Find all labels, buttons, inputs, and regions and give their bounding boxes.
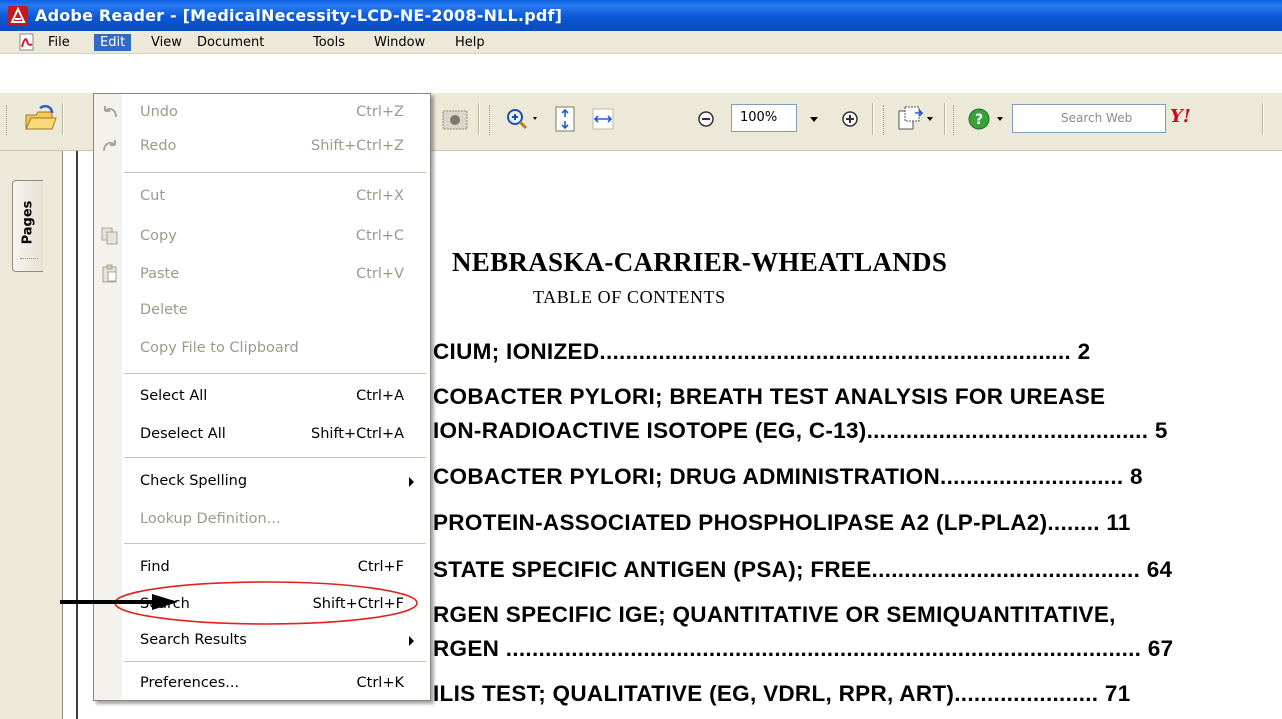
- menu-item-cut[interactable]: Cut Ctrl+X: [94, 180, 430, 213]
- title-bar[interactable]: Adobe Reader - [MedicalNecessity-LCD-NE-…: [0, 0, 1282, 31]
- svg-text:?: ?: [975, 112, 983, 128]
- menu-item-search-results[interactable]: Search Results: [94, 624, 430, 657]
- menu-item-lookup-definition[interactable]: Lookup Definition...: [94, 503, 430, 536]
- menu-bar: File Edit View Document Tools Window Hel…: [0, 31, 1282, 54]
- search-web-placeholder: Search Web: [1061, 111, 1133, 125]
- adobe-reader-icon: [8, 6, 28, 26]
- copy-icon: [101, 227, 118, 245]
- menu-window[interactable]: Window: [368, 34, 431, 51]
- menu-tools[interactable]: Tools: [307, 34, 351, 51]
- fit-width-icon[interactable]: [590, 105, 616, 133]
- undo-icon: [104, 106, 117, 118]
- toolbar-grip[interactable]: [6, 105, 10, 135]
- zoom-dropdown-icon[interactable]: [806, 105, 822, 133]
- zoom-in-icon[interactable]: [838, 105, 862, 133]
- submenu-arrow-icon: [409, 636, 414, 646]
- toc-line[interactable]: COBACTER PYLORI; DRUG ADMINISTRATION....…: [433, 464, 1143, 490]
- menu-item-paste[interactable]: Paste Ctrl+V: [94, 258, 430, 291]
- paste-icon: [102, 264, 117, 283]
- search-web-input[interactable]: Search Web: [1012, 104, 1166, 133]
- zoom-in-tool-icon[interactable]: [503, 105, 543, 133]
- menu-help[interactable]: Help: [449, 34, 491, 51]
- menu-item-undo[interactable]: Undo Ctrl+Z: [94, 96, 430, 129]
- document-subheading: TABLE OF CONTENTS: [533, 287, 726, 307]
- zoom-level-input[interactable]: 100%: [731, 104, 797, 132]
- menu-document[interactable]: Document: [191, 34, 270, 51]
- menu-item-deselect-all[interactable]: Deselect All Shift+Ctrl+A: [94, 418, 430, 451]
- toc-line[interactable]: ION-RADIOACTIVE ISOTOPE (EG, C-13)......…: [433, 418, 1168, 444]
- yahoo-search-button[interactable]: Y!: [1170, 106, 1208, 128]
- toc-line[interactable]: RGEN ...................................…: [433, 636, 1173, 662]
- submenu-arrow-icon: [409, 477, 414, 487]
- menu-item-copy[interactable]: Copy Ctrl+C: [94, 220, 430, 253]
- pages-tab-label: Pages: [20, 200, 36, 245]
- toc-line[interactable]: CIUM; IONIZED...........................…: [433, 339, 1090, 365]
- pdf-document-icon[interactable]: [18, 33, 36, 51]
- menu-item-preferences[interactable]: Preferences... Ctrl+K: [94, 667, 430, 700]
- menu-item-select-all[interactable]: Select All Ctrl+A: [94, 380, 430, 413]
- pages-tab-grip: [20, 258, 38, 262]
- menu-item-delete[interactable]: Delete: [94, 294, 430, 327]
- toc-line[interactable]: ILIS TEST; QUALITATIVE (EG, VDRL, RPR, A…: [433, 681, 1131, 707]
- rotate-view-icon[interactable]: [895, 105, 937, 133]
- menu-item-copy-file-to-clipboard[interactable]: Copy File to Clipboard: [94, 332, 430, 365]
- menu-item-check-spelling[interactable]: Check Spelling: [94, 465, 430, 498]
- yahoo-label: Y!: [1170, 106, 1191, 127]
- toc-line[interactable]: RGEN SPECIFIC IGE; QUANTITATIVE OR SEMIQ…: [433, 602, 1116, 628]
- document-heading: NEBRASKA-CARRIER-WHEATLANDS: [452, 247, 948, 277]
- menu-file[interactable]: File: [42, 34, 76, 51]
- pointer-arrow: [60, 594, 178, 610]
- menu-view[interactable]: View: [145, 34, 188, 51]
- fit-page-icon[interactable]: [552, 105, 578, 133]
- zoom-level-value: 100%: [740, 110, 778, 125]
- redo-icon: [103, 140, 116, 152]
- snapshot-camera-icon[interactable]: [440, 105, 470, 133]
- toc-line[interactable]: COBACTER PYLORI; BREATH TEST ANALYSIS FO…: [433, 384, 1105, 410]
- window-title: Adobe Reader - [MedicalNecessity-LCD-NE-…: [35, 6, 563, 25]
- toc-line[interactable]: PROTEIN-ASSOCIATED PHOSPHOLIPASE A2 (LP-…: [433, 510, 1131, 536]
- menu-edit[interactable]: Edit: [94, 34, 132, 51]
- menu-item-redo[interactable]: Redo Shift+Ctrl+Z: [94, 130, 430, 163]
- open-folder-icon[interactable]: [22, 105, 58, 133]
- toc-line[interactable]: STATE SPECIFIC ANTIGEN (PSA); FREE......…: [433, 557, 1172, 583]
- zoom-out-icon[interactable]: [694, 105, 718, 133]
- help-icon[interactable]: ?: [965, 105, 1009, 133]
